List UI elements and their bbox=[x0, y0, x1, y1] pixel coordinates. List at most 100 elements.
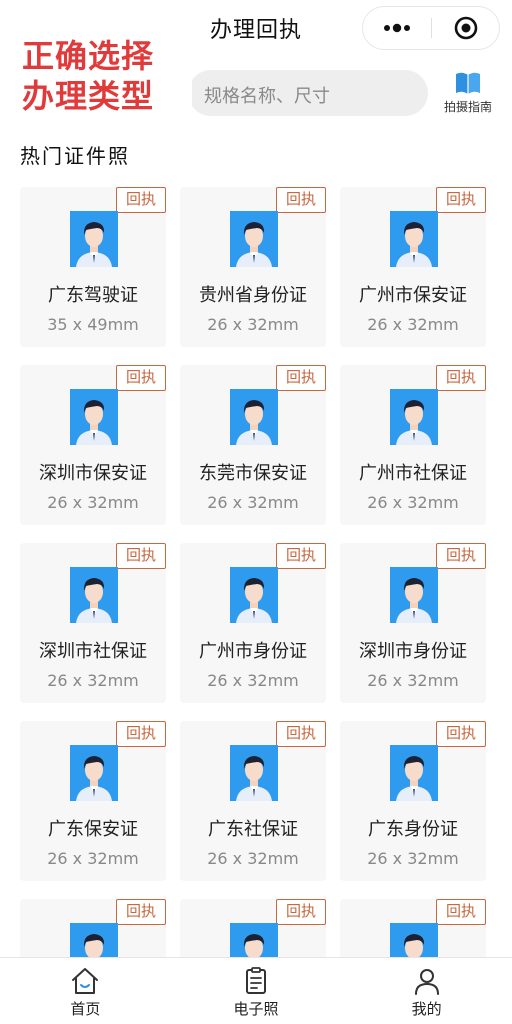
sample-photo bbox=[70, 923, 118, 957]
search-placeholder: 规格名称、尺寸 bbox=[204, 86, 330, 107]
card-size: 26 x 32mm bbox=[367, 671, 459, 690]
card-size: 26 x 32mm bbox=[207, 671, 299, 690]
id-photo-card[interactable]: 回执广东驾驶证 35 x 49mm bbox=[20, 187, 166, 347]
sample-photo bbox=[230, 923, 278, 957]
id-photo-card[interactable]: 回执 广东保安证 26 x 32mm bbox=[20, 721, 166, 881]
id-photo-card[interactable]: 回执深圳市社保证 26 x 32mm bbox=[20, 543, 166, 703]
card-size: 26 x 32mm bbox=[367, 849, 459, 868]
annotation-line-1: 正确选择 bbox=[22, 37, 155, 75]
portrait-icon bbox=[230, 389, 278, 445]
receipt-badge: 回执 bbox=[276, 543, 326, 569]
receipt-badge: 回执 bbox=[276, 899, 326, 925]
receipt-badge: 回执 bbox=[116, 721, 166, 747]
card-size: 26 x 32mm bbox=[47, 493, 139, 512]
document-icon bbox=[246, 967, 266, 994]
id-photo-card[interactable]: 回执深圳市保安证 26 x 32mm bbox=[20, 365, 166, 525]
sample-photo bbox=[390, 389, 438, 445]
id-photo-card[interactable]: 回执 bbox=[180, 899, 326, 957]
tab-electronic-photo-label: 电子照 bbox=[233, 1000, 279, 1018]
receipt-badge: 回执 bbox=[276, 365, 326, 391]
card-name: 东莞市保安证 bbox=[199, 463, 307, 484]
card-name: 广州市保安证 bbox=[359, 285, 467, 306]
receipt-badge: 回执 bbox=[116, 187, 166, 213]
sample-photo bbox=[390, 923, 438, 957]
user-icon bbox=[414, 969, 439, 995]
receipt-badge: 回执 bbox=[436, 187, 486, 213]
sample-photo bbox=[230, 745, 278, 801]
card-name: 贵州省身份证 bbox=[199, 285, 307, 306]
portrait-icon bbox=[70, 211, 118, 267]
card-size: 35 x 49mm bbox=[47, 315, 139, 334]
sample-photo bbox=[230, 389, 278, 445]
card-size: 26 x 32mm bbox=[367, 315, 459, 334]
portrait-icon bbox=[70, 567, 118, 623]
target-close-icon bbox=[454, 16, 477, 40]
id-photo-card[interactable]: 回执广州市保安证 26 x 32mm bbox=[340, 187, 486, 347]
id-photo-card[interactable]: 回执广州市身份证 26 x 32mm bbox=[180, 543, 326, 703]
portrait-icon bbox=[390, 389, 438, 445]
card-size: 26 x 32mm bbox=[207, 315, 299, 334]
sample-photo bbox=[390, 567, 438, 623]
card-size: 26 x 32mm bbox=[207, 493, 299, 512]
portrait-icon bbox=[230, 745, 278, 801]
sample-photo bbox=[230, 211, 278, 267]
sample-photo bbox=[390, 211, 438, 267]
id-photo-card[interactable]: 回执 贵州省身份证 26 x 32mm bbox=[180, 187, 326, 347]
card-name: 广东社保证 bbox=[208, 819, 298, 840]
card-size: 26 x 32mm bbox=[367, 493, 459, 512]
receipt-badge: 回执 bbox=[116, 899, 166, 925]
tab-home-label: 首页 bbox=[70, 1000, 101, 1018]
portrait-icon bbox=[390, 567, 438, 623]
receipt-badge: 回执 bbox=[436, 543, 486, 569]
id-photo-card[interactable]: 回执 bbox=[20, 899, 166, 957]
sample-photo bbox=[70, 745, 118, 801]
portrait-icon bbox=[230, 211, 278, 267]
portrait-icon bbox=[70, 923, 118, 957]
annotation-line-2: 办理类型 bbox=[22, 77, 155, 115]
shooting-guide-button[interactable]: 拍摄指南 bbox=[436, 70, 500, 120]
receipt-badge: 回执 bbox=[436, 899, 486, 925]
sample-photo bbox=[230, 567, 278, 623]
card-size: 26 x 32mm bbox=[47, 849, 139, 868]
id-photo-card[interactable]: 回执东莞市保安证 26 x 32mm bbox=[180, 365, 326, 525]
guide-label: 拍摄指南 bbox=[443, 100, 492, 114]
tab-home[interactable]: 首页 bbox=[0, 958, 171, 1024]
mini-program-capsule bbox=[362, 6, 500, 50]
id-photo-card[interactable]: 回执 广东社保证 26 x 32mm bbox=[180, 721, 326, 881]
section-title: 热门证件照 bbox=[20, 144, 130, 166]
card-name: 深圳市身份证 bbox=[359, 641, 467, 662]
receipt-badge: 回执 bbox=[116, 365, 166, 391]
card-name: 广州市社保证 bbox=[359, 463, 467, 484]
card-name: 广东驾驶证 bbox=[48, 285, 138, 306]
tab-electronic-photo[interactable]: 电子照 bbox=[171, 958, 342, 1024]
receipt-badge: 回执 bbox=[116, 543, 166, 569]
id-photo-card[interactable]: 回执 广东身份证 26 x 32mm bbox=[340, 721, 486, 881]
section-header: 热门证件照 bbox=[20, 128, 492, 166]
tab-profile[interactable]: 我的 bbox=[341, 958, 512, 1024]
close-mini-program-button[interactable] bbox=[432, 7, 499, 49]
portrait-icon bbox=[390, 211, 438, 267]
annotation-overlay: 正确选择 办理类型 bbox=[22, 36, 192, 126]
portrait-icon bbox=[230, 567, 278, 623]
receipt-badge: 回执 bbox=[436, 365, 486, 391]
card-size: 26 x 32mm bbox=[47, 671, 139, 690]
card-size: 26 x 32mm bbox=[207, 849, 299, 868]
card-name: 广州市身份证 bbox=[199, 641, 307, 662]
card-name: 深圳市保安证 bbox=[39, 463, 147, 484]
sample-photo bbox=[70, 567, 118, 623]
book-icon bbox=[456, 72, 480, 94]
sample-photo bbox=[70, 389, 118, 445]
bottom-tab-bar: 首页 电子照 我的 bbox=[0, 957, 512, 1024]
sample-photo bbox=[70, 211, 118, 267]
more-menu-button[interactable] bbox=[363, 7, 431, 49]
id-photo-card[interactable]: 回执 bbox=[340, 899, 486, 957]
search-input[interactable]: 规格名称、尺寸 bbox=[188, 70, 428, 116]
id-photo-card[interactable]: 回执广州市社保证 26 x 32mm bbox=[340, 365, 486, 525]
home-icon bbox=[72, 968, 99, 994]
portrait-icon bbox=[70, 389, 118, 445]
tab-profile-label: 我的 bbox=[411, 1000, 442, 1018]
portrait-icon bbox=[390, 745, 438, 801]
sample-photo bbox=[390, 745, 438, 801]
id-photo-card[interactable]: 回执深圳市身份证 26 x 32mm bbox=[340, 543, 486, 703]
card-name: 深圳市社保证 bbox=[39, 641, 147, 662]
